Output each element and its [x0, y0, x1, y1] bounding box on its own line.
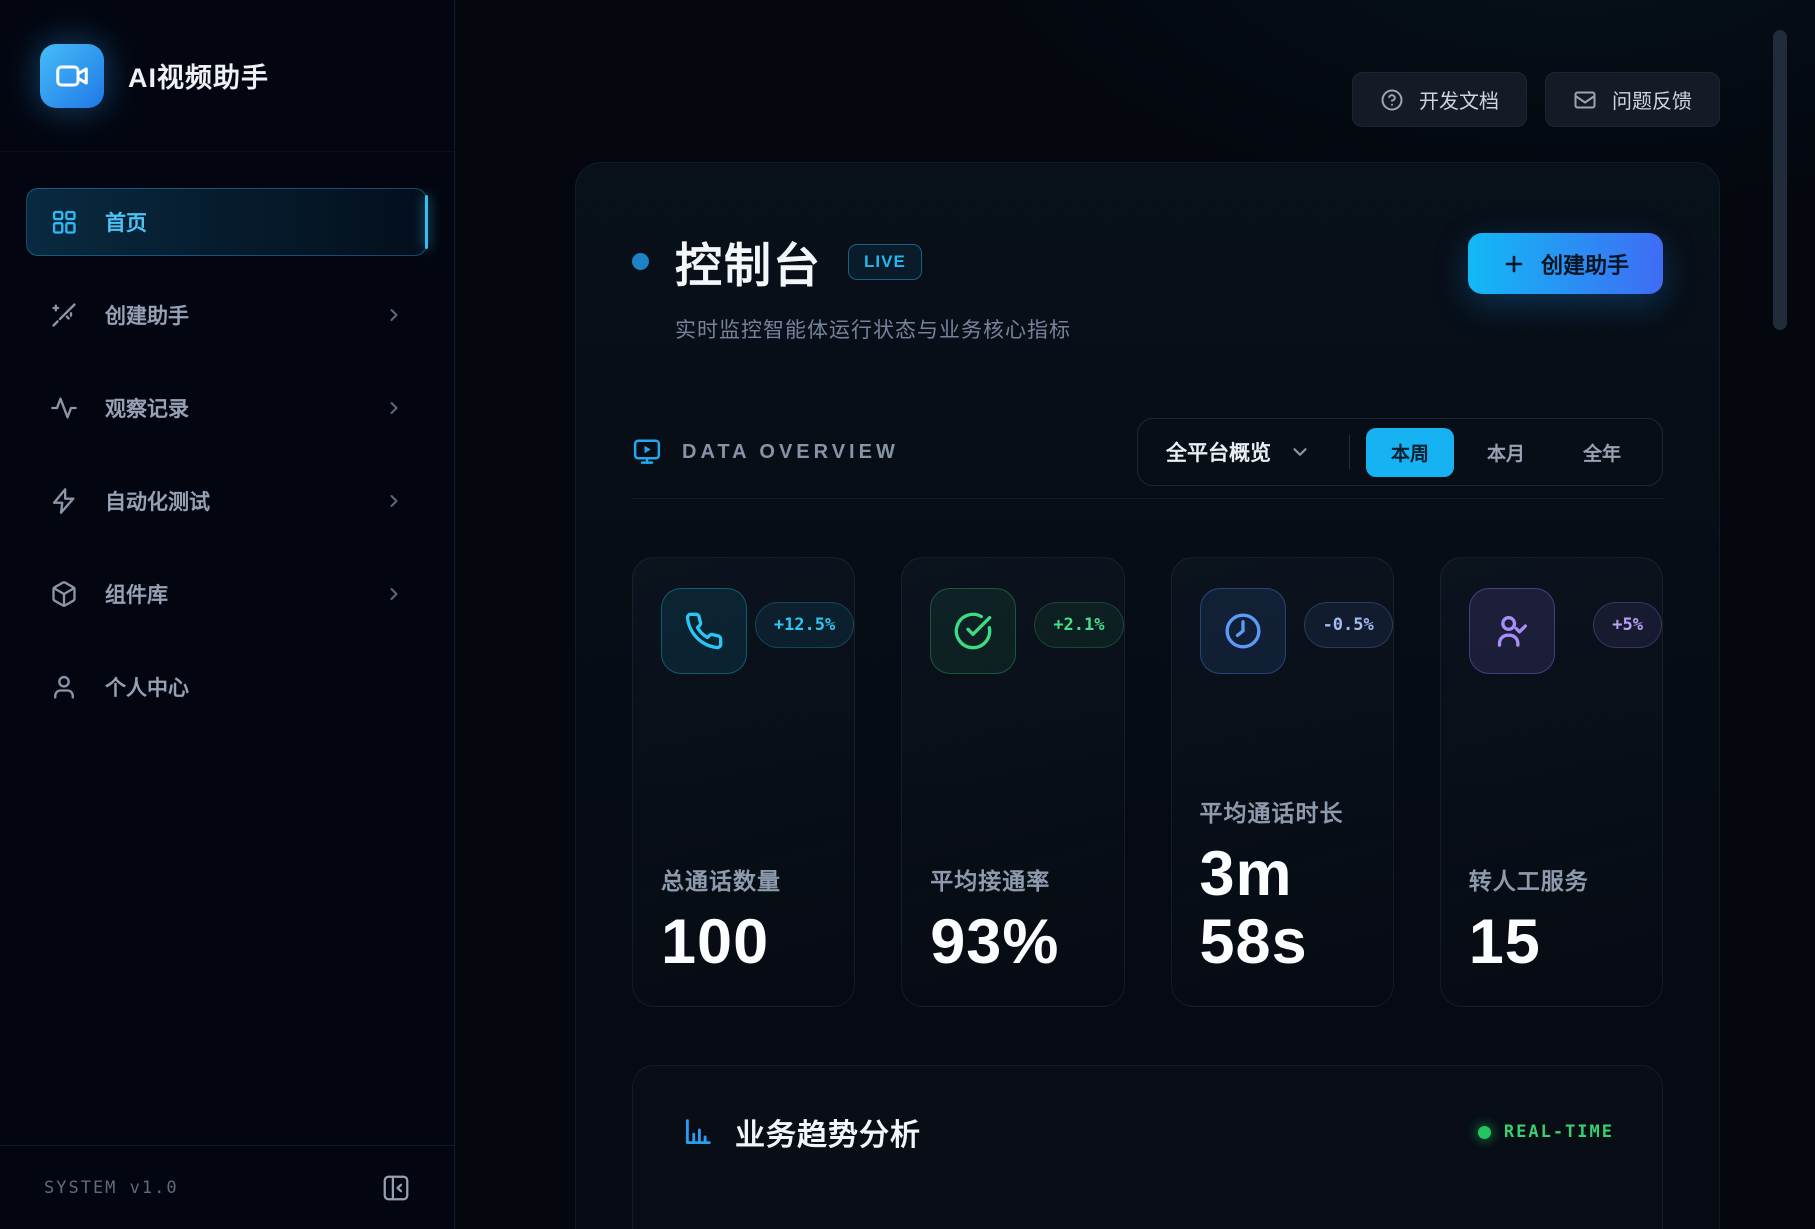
app-logo-video-icon — [40, 44, 104, 108]
topbar: 开发文档 问题反馈 — [1352, 72, 1720, 127]
zap-icon — [49, 486, 79, 516]
collapse-sidebar-button[interactable] — [378, 1170, 414, 1206]
clock-icon — [1200, 588, 1286, 674]
activity-icon — [49, 393, 79, 423]
plus-icon — [1502, 252, 1526, 276]
cube-icon — [49, 579, 79, 609]
delta-badge: +12.5% — [755, 602, 854, 648]
delta-badge: +2.1% — [1034, 602, 1123, 648]
dashboard-icon — [49, 207, 79, 237]
delta-badge: +5% — [1593, 602, 1662, 648]
check-circle-icon — [930, 588, 1016, 674]
system-version: SYSTEM v1.0 — [44, 1178, 179, 1198]
stat-label: 平均通话时长 — [1200, 794, 1365, 828]
bar-chart-icon — [681, 1115, 715, 1149]
stat-card-human-transfer: +5% 转人工服务 15 — [1440, 557, 1663, 1007]
stat-value: 3m 58s — [1200, 840, 1365, 976]
tab-this-month[interactable]: 本月 — [1462, 428, 1550, 477]
chevron-right-icon — [384, 305, 404, 325]
sidebar-header: AI视频助手 — [0, 0, 454, 152]
tab-full-year[interactable]: 全年 — [1558, 428, 1646, 477]
chevron-right-icon — [384, 491, 404, 511]
stat-card-avg-duration: -0.5% 平均通话时长 3m 58s — [1171, 557, 1394, 1007]
sidebar-item-label: 自动化测试 — [105, 486, 210, 516]
page-title: 控制台 — [675, 227, 822, 296]
platform-select[interactable]: 全平台概览 — [1138, 437, 1339, 467]
period-tabs: 本周 本月 全年 — [1360, 428, 1652, 477]
live-badge: LIVE — [848, 244, 922, 280]
data-overview-row: DATA OVERVIEW 全平台概览 本周 本月 全年 — [632, 418, 1663, 486]
stat-value: 100 — [661, 908, 826, 976]
user-check-icon — [1469, 588, 1555, 674]
sidebar-item-label: 组件库 — [105, 579, 168, 609]
realtime-badge: REAL-TIME — [1478, 1122, 1614, 1142]
main-content: 开发文档 问题反馈 控制台 LIVE 实时监控智能体运行状态与业务核心指标 — [455, 0, 1815, 1229]
vertical-scrollbar[interactable] — [1773, 30, 1787, 330]
chevron-right-icon — [384, 398, 404, 418]
chevron-right-icon — [384, 584, 404, 604]
stat-label: 总通话数量 — [661, 862, 826, 896]
sidebar-item-personal-center[interactable]: 个人中心 — [26, 653, 427, 721]
mail-icon — [1573, 88, 1597, 112]
section-divider — [632, 498, 1663, 499]
sidebar-item-label: 个人中心 — [105, 672, 189, 702]
status-dot — [632, 253, 649, 270]
create-assistant-button[interactable]: 创建助手 — [1468, 233, 1663, 294]
sidebar-footer: SYSTEM v1.0 — [0, 1145, 454, 1229]
trend-title: 业务趋势分析 — [735, 1110, 921, 1154]
phone-icon — [661, 588, 747, 674]
sidebar-item-create-assistant[interactable]: 创建助手 — [26, 281, 427, 349]
sidebar-item-label: 观察记录 — [105, 393, 189, 423]
wand-icon — [49, 300, 79, 330]
monitor-play-icon — [632, 437, 662, 467]
dev-docs-button[interactable]: 开发文档 — [1352, 72, 1527, 127]
delta-badge: -0.5% — [1304, 602, 1393, 648]
stat-value: 15 — [1469, 908, 1634, 976]
sidebar: AI视频助手 首页 创建助手 — [0, 0, 455, 1229]
platform-select-value: 全平台概览 — [1166, 437, 1271, 467]
chevron-down-icon — [1289, 441, 1311, 463]
feedback-button[interactable]: 问题反馈 — [1545, 72, 1720, 127]
help-circle-icon — [1380, 88, 1404, 112]
user-icon — [49, 672, 79, 702]
create-assistant-label: 创建助手 — [1541, 248, 1629, 280]
stat-label: 转人工服务 — [1469, 862, 1634, 896]
console-header: 控制台 LIVE 实时监控智能体运行状态与业务核心指标 创建助手 — [632, 227, 1663, 344]
stat-card-total-calls: +12.5% 总通话数量 100 — [632, 557, 855, 1007]
dev-docs-label: 开发文档 — [1419, 85, 1499, 114]
green-dot-icon — [1478, 1126, 1491, 1139]
stat-label: 平均接通率 — [930, 862, 1095, 896]
sidebar-item-label: 首页 — [105, 207, 147, 237]
overview-controls: 全平台概览 本周 本月 全年 — [1137, 418, 1663, 486]
feedback-label: 问题反馈 — [1612, 85, 1692, 114]
stat-value: 93% — [930, 908, 1095, 976]
stat-card-answer-rate: +2.1% 平均接通率 93% — [901, 557, 1124, 1007]
vertical-divider — [1349, 435, 1350, 469]
sidebar-nav: 首页 创建助手 观察记录 — [0, 152, 454, 1145]
app-title: AI视频助手 — [128, 56, 269, 95]
sidebar-item-observation-log[interactable]: 观察记录 — [26, 374, 427, 442]
stat-cards: +12.5% 总通话数量 100 +2.1% 平均接通率 93% — [632, 557, 1663, 1007]
console-panel: 控制台 LIVE 实时监控智能体运行状态与业务核心指标 创建助手 — [575, 162, 1720, 1229]
sidebar-item-home[interactable]: 首页 — [26, 188, 427, 256]
tab-this-week[interactable]: 本周 — [1366, 428, 1454, 477]
page-subtitle: 实时监控智能体运行状态与业务核心指标 — [675, 314, 1071, 344]
sidebar-item-automation-test[interactable]: 自动化测试 — [26, 467, 427, 535]
section-label: DATA OVERVIEW — [682, 441, 899, 464]
sidebar-item-label: 创建助手 — [105, 300, 189, 330]
sidebar-item-component-library[interactable]: 组件库 — [26, 560, 427, 628]
realtime-label: REAL-TIME — [1504, 1122, 1614, 1142]
trend-section: 业务趋势分析 REAL-TIME — [632, 1065, 1663, 1229]
